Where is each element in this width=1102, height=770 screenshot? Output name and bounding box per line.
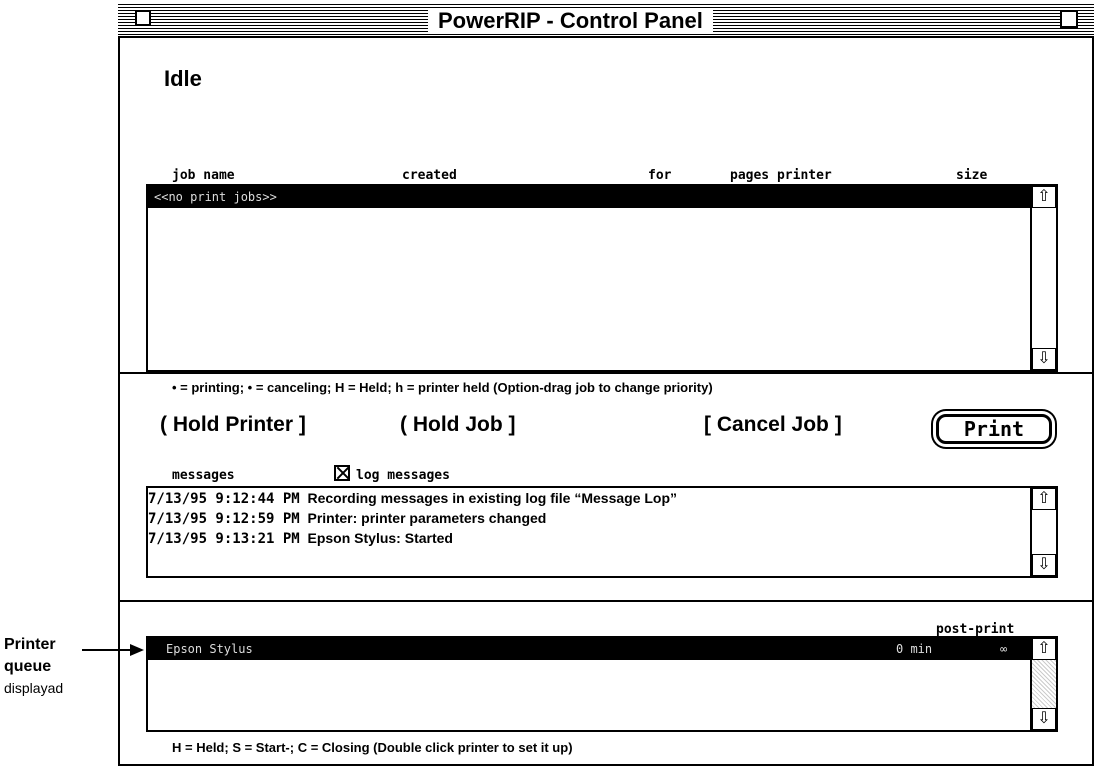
printer-max: ∞	[1000, 642, 1008, 656]
divider	[118, 372, 1094, 374]
printers-scrollbar[interactable]: ⇧ ⇩	[1030, 638, 1056, 730]
message-timestamp: 7/13/95 9:12:59 PM	[148, 511, 300, 527]
log-messages-label: log messages	[356, 468, 450, 483]
hold-printer-button[interactable]: ( Hold Printer ]	[160, 413, 306, 437]
message-text: Recording messages in existing log file …	[307, 490, 678, 506]
hold-printer-label: Hold Printer	[172, 413, 294, 436]
annotation-line-3: displayad	[4, 680, 64, 696]
job-list-scrollbar[interactable]: ⇧ ⇩	[1030, 186, 1056, 370]
scroll-up-arrow-icon[interactable]: ⇧	[1032, 488, 1056, 510]
annotation-line-2: queue	[4, 658, 52, 675]
annotation-line-1: Printer	[4, 636, 56, 653]
post-print-header: post-print	[936, 622, 1015, 637]
printer-retain: 0 min	[896, 642, 933, 656]
messages-label: messages	[172, 468, 235, 483]
log-messages-checkbox[interactable]	[334, 465, 350, 481]
bracket-right: ]	[502, 413, 516, 436]
printer-status-legend: H = Held; S = Start-; C = Closing (Doubl…	[172, 740, 573, 755]
divider	[118, 600, 1094, 602]
message-row: 7/13/95 9:13:21 PM Epson Stylus: Started	[148, 530, 453, 547]
zoom-box-icon[interactable]	[1060, 10, 1078, 28]
column-header-created: created	[402, 168, 457, 183]
hold-job-label: Hold Job	[412, 413, 503, 436]
message-timestamp: 7/13/95 9:12:44 PM	[148, 491, 300, 507]
scroll-up-arrow-icon[interactable]: ⇧	[1032, 186, 1056, 208]
column-header-job-name: job name	[172, 168, 235, 183]
column-header-pages-printer: pages printer	[730, 168, 832, 183]
scroll-up-arrow-icon[interactable]: ⇧	[1032, 638, 1056, 660]
messages-list[interactable]: 7/13/95 9:12:44 PM Recording messages in…	[146, 486, 1058, 578]
window-title: PowerRIP - Control Panel	[428, 8, 713, 34]
bracket-right: ]	[828, 413, 842, 436]
message-row: 7/13/95 9:12:44 PM Recording messages in…	[148, 490, 677, 507]
printer-row-selected[interactable]: Epson Stylus 0 min ∞	[148, 638, 1032, 660]
job-list[interactable]: <<no print jobs>> ⇧ ⇩	[146, 184, 1058, 372]
column-header-size: size	[956, 168, 988, 183]
column-header-for: for	[648, 168, 672, 183]
message-text: Printer: printer parameters changed	[307, 510, 547, 526]
annotation-arrow-icon	[82, 644, 144, 656]
close-box-icon[interactable]	[135, 10, 151, 26]
scroll-down-arrow-icon[interactable]: ⇩	[1032, 554, 1056, 576]
printers-list[interactable]: Epson Stylus 0 min ∞ ⇧ ⇩	[146, 636, 1058, 732]
scroll-down-arrow-icon[interactable]: ⇩	[1032, 348, 1056, 370]
print-button[interactable]: Print	[936, 414, 1052, 444]
bracket-left: (	[400, 413, 413, 436]
status-text: Idle	[164, 66, 202, 91]
bracket-left: (	[160, 413, 173, 436]
scroll-down-arrow-icon[interactable]: ⇩	[1032, 708, 1056, 730]
message-row: 7/13/95 9:12:59 PM Printer: printer para…	[148, 510, 546, 527]
job-list-row-selected[interactable]: <<no print jobs>>	[148, 186, 1032, 208]
job-status-legend: • = printing; • = canceling; H = Held; h…	[172, 380, 713, 395]
printer-name: Epson Stylus	[166, 642, 253, 656]
message-timestamp: 7/13/95 9:13:21 PM	[148, 531, 300, 547]
messages-scrollbar[interactable]: ⇧ ⇩	[1030, 488, 1056, 576]
bracket-left: [	[704, 413, 717, 436]
hold-job-button[interactable]: ( Hold Job ]	[400, 413, 515, 437]
bracket-right: ]	[293, 413, 306, 436]
message-text: Epson Stylus: Started	[307, 530, 453, 546]
cancel-job-button[interactable]: [ Cancel Job ]	[704, 413, 842, 437]
cancel-job-label: Cancel Job	[716, 413, 829, 436]
